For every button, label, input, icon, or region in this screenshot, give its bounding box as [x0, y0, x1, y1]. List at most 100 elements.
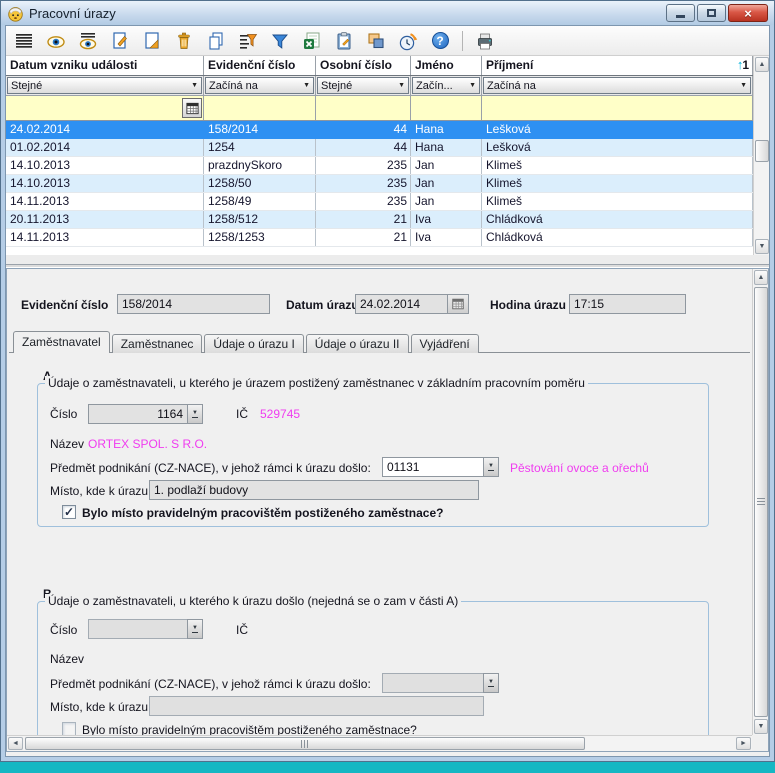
injury-place-field[interactable]: 1. podlaží budovy	[149, 480, 479, 500]
print-button[interactable]	[473, 29, 497, 53]
cz-nace-lookup-button[interactable]: ▼	[483, 673, 499, 693]
trash-icon	[174, 31, 194, 51]
filter-input-personal-number[interactable]	[316, 96, 411, 120]
injury-time-field[interactable]: 17:15	[569, 294, 686, 314]
help-icon: ?	[432, 32, 449, 49]
minimize-button[interactable]	[666, 4, 695, 22]
cell-personal-number: 235	[316, 193, 411, 210]
column-header-first-name[interactable]: Jméno	[411, 56, 482, 75]
tab-zamestnavatel[interactable]: Zaměstnavatel	[13, 331, 110, 353]
company-number-field[interactable]: 1164	[88, 404, 188, 424]
injury-date-field[interactable]: 24.02.2014	[355, 294, 448, 314]
form-edit-button[interactable]	[332, 29, 356, 53]
cz-nace-field[interactable]: 01131	[382, 457, 484, 477]
detail-vertical-scrollbar[interactable]: ▲ ▼	[752, 269, 768, 735]
cell-date: 14.10.2013	[6, 157, 204, 174]
filter-button[interactable]	[268, 29, 292, 53]
tab-zamestnanec[interactable]: Zaměstnanec	[112, 334, 203, 353]
filter-combo-last-name[interactable]: Začíná na▼	[483, 77, 751, 94]
excel-export-button[interactable]	[300, 29, 324, 53]
scroll-thumb[interactable]	[755, 140, 769, 162]
cell-evidence-number: 1254	[204, 139, 316, 156]
filter-combo-evidence-number[interactable]: Začíná na▼	[205, 77, 314, 94]
company-number-lookup-button[interactable]: ▼	[187, 404, 203, 424]
calendar-button[interactable]	[182, 98, 202, 118]
browse-button[interactable]	[44, 29, 68, 53]
cell-personal-number: 235	[316, 157, 411, 174]
table-row[interactable]: 14.10.2013 prazdnySkoro 235 Jan Klimeš	[6, 157, 753, 175]
tab-vyjadreni[interactable]: Vyjádření	[411, 334, 479, 353]
regular-workplace-checkbox[interactable]: ✓	[62, 505, 76, 519]
chevron-down-icon: ▼	[191, 82, 198, 89]
filter-settings-button[interactable]	[236, 29, 260, 53]
table-row[interactable]: 01.02.2014 1254 44 Hana Lešková	[6, 139, 753, 157]
company-number-lookup-button[interactable]: ▼	[187, 619, 203, 639]
menu-list-icon	[14, 31, 34, 51]
excel-icon	[302, 31, 322, 51]
cell-date: 20.11.2013	[6, 211, 204, 228]
cz-nace-field[interactable]	[382, 673, 484, 693]
related-windows-button[interactable]	[364, 29, 388, 53]
section-b-legend: Údaje o zaměstnavateli, u kterého k úraz…	[45, 594, 461, 609]
cz-nace-lookup-button[interactable]: ▼	[483, 457, 499, 477]
restore-button[interactable]	[697, 4, 726, 22]
grid-vertical-scrollbar[interactable]: ▲ ▼	[753, 56, 769, 255]
scroll-thumb[interactable]	[25, 737, 585, 750]
filter-input-first-name[interactable]	[411, 96, 482, 120]
injury-date-calendar-button[interactable]	[447, 294, 469, 314]
scroll-up-button[interactable]: ▲	[754, 270, 768, 285]
scroll-right-button[interactable]: ►	[736, 737, 751, 750]
scroll-up-button[interactable]: ▲	[755, 57, 769, 72]
company-number-field[interactable]	[88, 619, 188, 639]
tab-udaje-o-urazu-2[interactable]: Údaje o úrazu II	[306, 334, 409, 353]
filter-input-last-name[interactable]	[482, 96, 753, 120]
cell-first-name: Hana	[411, 139, 482, 156]
scroll-thumb[interactable]	[754, 287, 768, 717]
scroll-down-button[interactable]: ▼	[755, 239, 769, 254]
menu-list-button[interactable]	[12, 29, 36, 53]
client-area: ? Datum vzniku události Evidenční číslo …	[5, 25, 770, 757]
column-header-date[interactable]: Datum vzniku události	[6, 56, 204, 75]
table-row[interactable]: 24.02.2014 158/2014 44 Hana Lešková	[6, 121, 753, 139]
column-header-personal-number[interactable]: Osobní číslo	[316, 56, 411, 75]
copy-record-button[interactable]	[204, 29, 228, 53]
detail-horizontal-scrollbar[interactable]: ◄ ►	[7, 735, 752, 751]
cell-last-name: Klimeš	[482, 157, 753, 174]
table-row[interactable]: 14.11.2013 1258/1253 21 Iva Chládková	[6, 229, 753, 247]
filter-combo-personal-number[interactable]: Stejné▼	[317, 77, 409, 94]
view-columns-button[interactable]	[76, 29, 100, 53]
delete-record-button[interactable]	[172, 29, 196, 53]
filter-combo-first-name[interactable]: Začín...▼	[412, 77, 480, 94]
table-row[interactable]: 20.11.2013 1258/512 21 Iva Chládková	[6, 211, 753, 229]
filter-input-evidence-number[interactable]	[204, 96, 316, 120]
section-a-legend: Údaje o zaměstnavateli, u kterého je úra…	[45, 376, 588, 391]
filter-combo-date[interactable]: Stejné▼	[7, 77, 202, 94]
chevron-down-icon: ▼	[740, 82, 747, 89]
tab-udaje-o-urazu-1[interactable]: Údaje o úrazu I	[204, 334, 303, 353]
regular-workplace-checkbox[interactable]: ✓	[62, 722, 76, 736]
evidence-number-field[interactable]: 158/2014	[117, 294, 270, 314]
column-header-evidence-number[interactable]: Evidenční číslo	[204, 56, 316, 75]
injury-place-field[interactable]	[149, 696, 484, 716]
filter-input-date[interactable]	[6, 96, 204, 120]
cell-first-name: Jan	[411, 157, 482, 174]
table-row[interactable]: 14.10.2013 1258/50 235 Jan Klimeš	[6, 175, 753, 193]
close-button[interactable]: ×	[728, 4, 768, 22]
scroll-down-button[interactable]: ▼	[754, 719, 768, 734]
column-header-last-name[interactable]: Příjmení	[482, 56, 753, 75]
edit-record-button[interactable]	[140, 29, 164, 53]
scroll-left-button[interactable]: ◄	[8, 737, 23, 750]
new-record-button[interactable]	[108, 29, 132, 53]
toolbar: ?	[6, 26, 769, 56]
panel-gap	[6, 255, 769, 268]
table-row[interactable]: 14.11.2013 1258/49 235 Jan Klimeš	[6, 193, 753, 211]
filter-value-row	[6, 96, 753, 121]
history-button[interactable]	[396, 29, 420, 53]
sort-indicator[interactable]: ↑ 1	[737, 57, 749, 72]
eye-columns-icon	[78, 31, 98, 51]
edit-document-icon	[142, 31, 162, 51]
cell-last-name: Klimeš	[482, 193, 753, 210]
cell-evidence-number: prazdnySkoro	[204, 157, 316, 174]
help-button[interactable]: ?	[428, 29, 452, 53]
cell-first-name: Iva	[411, 211, 482, 228]
